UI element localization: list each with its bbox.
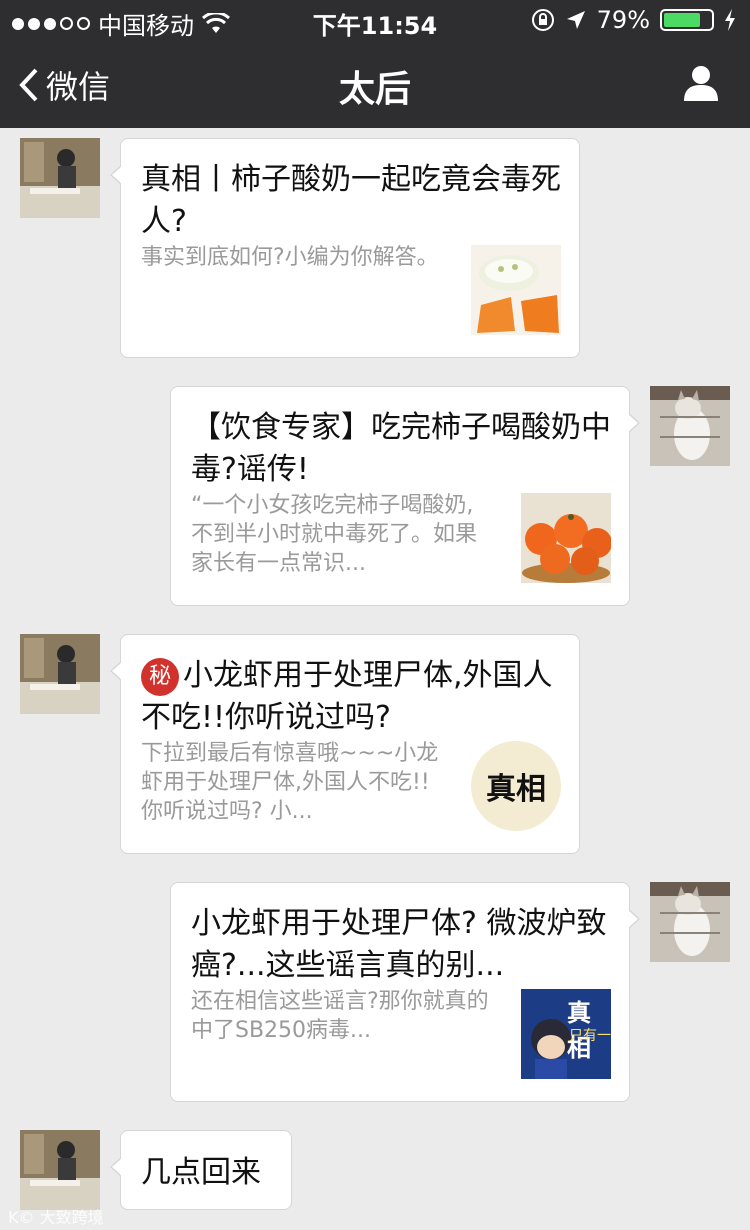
nav-bar: 微信 太后 bbox=[0, 42, 750, 128]
profile-button[interactable] bbox=[682, 64, 720, 106]
article-card[interactable]: 小龙虾用于处理尸体? 微波炉致癌?...这些谣言真的别... 还在相信这些谣言?… bbox=[170, 882, 640, 1102]
rotation-lock-icon bbox=[531, 9, 554, 31]
message-text: 几点回来 bbox=[141, 1155, 261, 1190]
thumbnail-subtext: 只有一 bbox=[569, 1028, 611, 1044]
top-bar: 中国移动 下午11:54 79% 微信 太后 bbox=[0, 0, 750, 128]
article-desc: 事实到底如何?小编为你解答。 bbox=[141, 245, 439, 270]
article-title: 【饮食专家】吃完柿子喝酸奶中毒?谣传! bbox=[191, 410, 611, 487]
article-title: 小龙虾用于处理尸体? 微波炉致癌?...这些谣言真的别... bbox=[191, 906, 607, 983]
battery-icon bbox=[660, 9, 714, 31]
article-desc: 还在相信这些谣言?那你就真的中了SB250病毒... bbox=[191, 989, 489, 1043]
chat-title: 太后 bbox=[338, 69, 411, 110]
battery-percent: 79% bbox=[596, 6, 650, 34]
watermark: K© 大致跨境 bbox=[8, 1208, 104, 1227]
charging-icon bbox=[725, 9, 735, 31]
article-thumbnail: 真相 bbox=[471, 741, 561, 831]
article-card[interactable]: 秘小龙虾用于处理尸体,外国人不吃!!你听说过吗? 下拉到最后有惊喜哦~~~小龙虾… bbox=[110, 634, 580, 854]
avatar-contact[interactable] bbox=[20, 1130, 100, 1210]
article-desc: “一个小女孩吃完柿子喝酸奶,不到半小时就中毒死了。如果家长有一点常识... bbox=[191, 493, 478, 576]
thumbnail-text: 真相 bbox=[486, 772, 546, 807]
article-title: 真相丨柿子酸奶一起吃竟会毒死人? bbox=[141, 162, 561, 239]
avatar-contact[interactable] bbox=[20, 138, 100, 218]
person-icon bbox=[684, 66, 718, 101]
article-thumbnail bbox=[471, 245, 561, 335]
avatar-self[interactable] bbox=[650, 882, 730, 962]
status-bar: 中国移动 下午11:54 79% bbox=[0, 0, 750, 40]
text-message[interactable]: 几点回来 bbox=[110, 1130, 292, 1210]
avatar-contact[interactable] bbox=[20, 634, 100, 714]
article-thumbnail bbox=[521, 493, 611, 583]
article-title-row: 秘小龙虾用于处理尸体,外国人不吃!!你听说过吗? bbox=[141, 655, 563, 739]
article-desc: 下拉到最后有惊喜哦~~~小龙虾用于处理尸体,外国人不吃!!你听说过吗? 小... bbox=[141, 741, 439, 824]
article-card[interactable]: 【饮食专家】吃完柿子喝酸奶中毒?谣传! “一个小女孩吃完柿子喝酸奶,不到半小时就… bbox=[170, 386, 640, 606]
avatar-self[interactable] bbox=[650, 386, 730, 466]
location-icon bbox=[566, 11, 585, 29]
article-card[interactable]: 真相丨柿子酸奶一起吃竟会毒死人? 事实到底如何?小编为你解答。 bbox=[110, 138, 580, 358]
article-thumbnail: 真相 只有一 bbox=[521, 989, 611, 1079]
article-title: 小龙虾用于处理尸体,外国人不吃!!你听说过吗? bbox=[141, 658, 553, 735]
secret-badge: 秘 bbox=[141, 657, 179, 696]
